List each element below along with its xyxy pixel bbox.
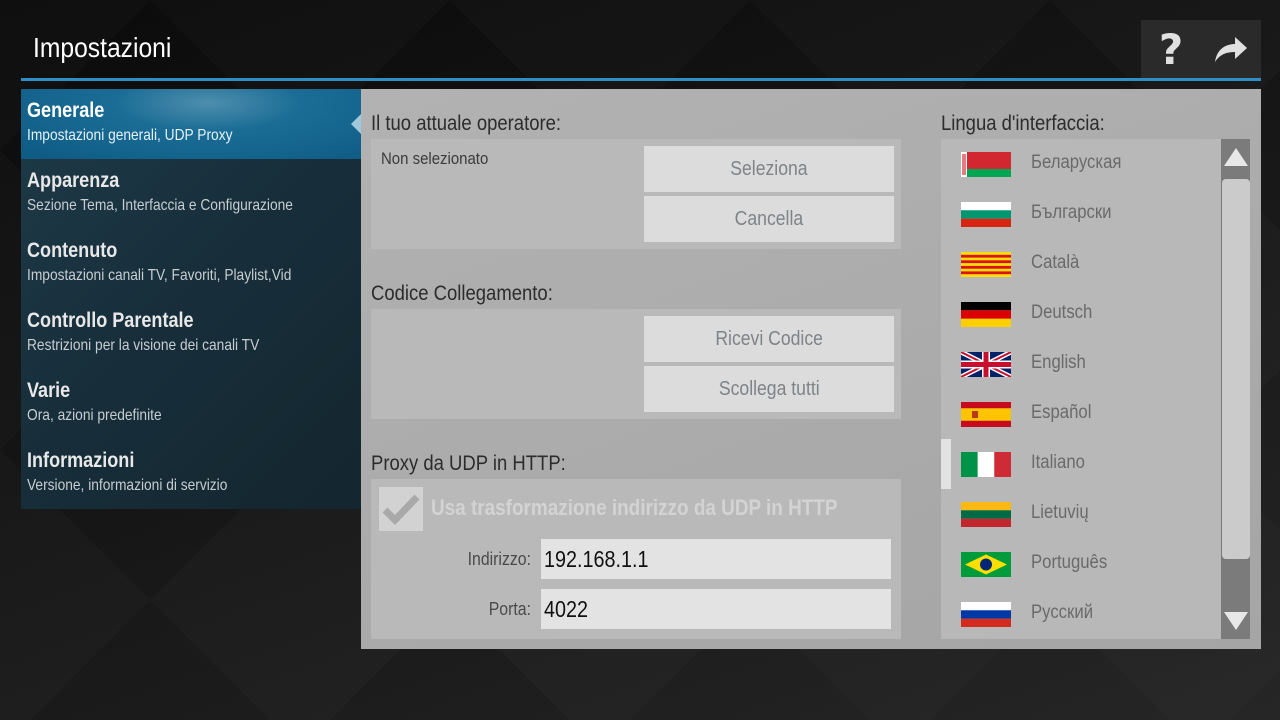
sidebar-item-controllo-parentale[interactable]: Controllo Parentale Restrizioni per la v… [21, 299, 361, 369]
sidebar-item-informazioni[interactable]: Informazioni Versione, informazioni di s… [21, 439, 361, 509]
checkmark-icon [382, 494, 420, 525]
unlink-all-button[interactable]: Scollega tutti [644, 366, 894, 412]
sidebar-item-varie[interactable]: Varie Ora, azioni predefinite [21, 369, 361, 439]
address-input[interactable]: 192.168.1.1 [541, 539, 891, 579]
sidebar-item-subtitle: Versione, informazioni di servizio [27, 477, 228, 494]
language-item-german[interactable]: Deutsch [941, 289, 1217, 339]
udp-proxy-checkbox[interactable] [379, 487, 423, 531]
question-mark-icon: ? [1158, 24, 1184, 74]
selected-language-indicator [941, 439, 951, 489]
flag-russia-icon [961, 602, 1011, 627]
operator-section-title: Il tuo attuale operatore: [371, 112, 562, 135]
language-name: Lietuvių [1031, 502, 1089, 523]
address-value: 192.168.1.1 [544, 545, 649, 572]
sidebar-item-title: Informazioni [27, 449, 135, 472]
address-label: Indirizzo: [467, 549, 531, 569]
select-operator-button[interactable]: Seleziona [644, 146, 894, 192]
select-operator-label: Seleziona [730, 157, 808, 180]
flag-brazil-icon [961, 552, 1011, 577]
sidebar-item-title: Apparenza [27, 169, 120, 192]
operator-group: Non selezionato Seleziona Cancella [371, 139, 901, 249]
triangle-up-icon [1223, 148, 1248, 166]
active-indicator-arrow [351, 114, 361, 134]
page-title: Impostazioni [33, 32, 172, 63]
unlink-all-label: Scollega tutti [718, 377, 820, 400]
exit-button[interactable] [1201, 20, 1261, 78]
language-item-english[interactable]: English [941, 339, 1217, 389]
language-section-title: Lingua d'interfaccia: [941, 112, 1105, 135]
flag-uk-icon [961, 352, 1011, 377]
sidebar-item-subtitle: Impostazioni canali TV, Favoriti, Playli… [27, 267, 292, 284]
flag-lithuania-icon [961, 502, 1011, 527]
receive-code-button[interactable]: Ricevi Codice [644, 316, 894, 362]
sidebar-item-title: Contenuto [27, 239, 118, 262]
port-input[interactable]: 4022 [541, 589, 891, 629]
udp-proxy-group: Usa trasformazione indirizzo da UDP in H… [371, 479, 901, 639]
language-item-bulgarian[interactable]: Български [941, 189, 1217, 239]
language-name: Català [1031, 252, 1080, 273]
forward-arrow-icon [1215, 37, 1247, 62]
settings-panel: Il tuo attuale operatore: Non selezionat… [361, 89, 1261, 649]
language-item-italian[interactable]: Italiano [941, 439, 1217, 489]
language-name: Português [1031, 552, 1108, 573]
port-label: Porta: [488, 599, 531, 619]
language-name: Беларуская [1031, 152, 1122, 173]
udp-proxy-section-title: Proxy da UDP in HTTP: [371, 452, 566, 475]
scroll-up-button[interactable] [1221, 139, 1250, 175]
flag-italy-icon [961, 452, 1011, 477]
language-name: Español [1031, 402, 1092, 423]
sidebar-item-generale[interactable]: Generale Impostazioni generali, UDP Prox… [21, 89, 361, 159]
language-item-lithuanian[interactable]: Lietuvių [941, 489, 1217, 539]
language-item-portuguese[interactable]: Português [941, 539, 1217, 589]
language-item-belarusian[interactable]: Беларуская [941, 139, 1217, 189]
language-name: Български [1031, 202, 1112, 223]
sidebar-item-subtitle: Ora, azioni predefinite [27, 407, 162, 424]
flag-spain-icon [961, 402, 1011, 427]
operator-value: Non selezionato [381, 149, 489, 168]
sidebar-item-apparenza[interactable]: Apparenza Sezione Tema, Interfaccia e Co… [21, 159, 361, 229]
flag-catalonia-icon [961, 252, 1011, 277]
port-value: 4022 [544, 595, 589, 622]
language-list: Беларуская Български Català Deutsch Engl [941, 139, 1250, 639]
language-item-spanish[interactable]: Español [941, 389, 1217, 439]
sidebar-item-contenuto[interactable]: Contenuto Impostazioni canali TV, Favori… [21, 229, 361, 299]
language-item-russian[interactable]: Русский [941, 589, 1217, 639]
flag-belarus-icon [961, 152, 1011, 177]
scroll-thumb[interactable] [1222, 179, 1250, 559]
sidebar-item-subtitle: Impostazioni generali, UDP Proxy [27, 127, 233, 144]
receive-code-label: Ricevi Codice [715, 327, 823, 350]
udp-proxy-checkbox-label: Usa trasformazione indirizzo da UDP in H… [431, 495, 838, 520]
triangle-down-icon [1223, 612, 1248, 630]
link-code-section-title: Codice Collegamento: [371, 282, 553, 305]
language-name: Deutsch [1031, 302, 1093, 323]
language-name: Русский [1031, 602, 1094, 623]
scroll-down-button[interactable] [1221, 603, 1250, 639]
sidebar-item-title: Controllo Parentale [27, 309, 194, 332]
help-button[interactable]: ? [1141, 20, 1201, 78]
language-scrollbar[interactable] [1221, 139, 1250, 639]
header-divider [21, 78, 1261, 81]
cancel-operator-button[interactable]: Cancella [644, 196, 894, 242]
link-code-group: Ricevi Codice Scollega tutti [371, 309, 901, 419]
language-item-catalan[interactable]: Català [941, 239, 1217, 289]
sidebar-item-title: Varie [27, 379, 71, 402]
flag-germany-icon [961, 302, 1011, 327]
flag-bulgaria-icon [961, 202, 1011, 227]
cancel-operator-label: Cancella [734, 207, 804, 230]
sidebar-item-subtitle: Sezione Tema, Interfaccia e Configurazio… [27, 197, 293, 214]
sidebar-item-title: Generale [27, 99, 105, 122]
sidebar-item-subtitle: Restrizioni per la visione dei canali TV [27, 337, 260, 354]
settings-sidebar: Generale Impostazioni generali, UDP Prox… [21, 89, 361, 509]
language-name: English [1031, 352, 1086, 373]
header-actions: ? [1141, 20, 1261, 78]
language-name: Italiano [1031, 452, 1085, 473]
